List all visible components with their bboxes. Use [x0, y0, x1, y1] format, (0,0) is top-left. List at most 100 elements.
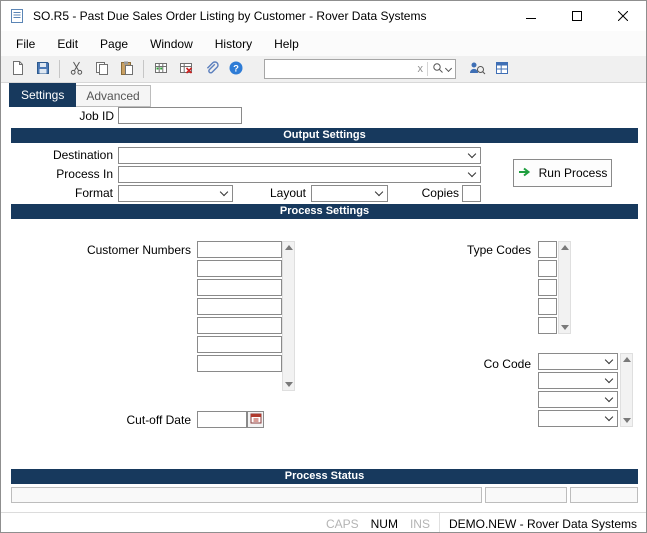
chevron-down-icon: [604, 374, 614, 384]
customer-number-field[interactable]: [197, 279, 282, 296]
scroll-down-icon[interactable]: [284, 382, 293, 387]
run-arrow-icon: [518, 166, 532, 181]
search-button[interactable]: [428, 62, 455, 77]
tab-strip: Settings Advanced: [9, 83, 151, 107]
app-icon: [9, 8, 25, 24]
scroll-up-icon[interactable]: [560, 245, 569, 250]
menu-window[interactable]: Window: [139, 33, 204, 55]
type-code-field[interactable]: [538, 298, 557, 315]
type-code-field[interactable]: [538, 279, 557, 296]
save-button[interactable]: [30, 58, 55, 80]
customer-number-field[interactable]: [197, 241, 282, 258]
cutoff-date-label: Cut-off Date: [126, 413, 191, 427]
customer-number-field[interactable]: [197, 317, 282, 334]
menu-help[interactable]: Help: [263, 33, 310, 55]
search-input[interactable]: [265, 61, 414, 77]
scroll-up-icon[interactable]: [284, 245, 293, 250]
output-settings-header: Output Settings: [11, 128, 638, 143]
copies-input[interactable]: [463, 186, 480, 201]
paste-button[interactable]: [114, 58, 139, 80]
process-status-header: Process Status: [11, 469, 638, 484]
co-code-select[interactable]: [538, 372, 618, 389]
toolbar-search: x: [264, 59, 456, 79]
person-search-button[interactable]: [464, 58, 489, 80]
person-search-icon: [468, 60, 486, 79]
menu-page[interactable]: Page: [89, 33, 139, 55]
paste-icon: [119, 60, 135, 79]
customer-number-field[interactable]: [197, 355, 282, 372]
customer-numbers-label: Customer Numbers: [86, 243, 191, 257]
layout-label: Layout: [269, 186, 306, 200]
scroll-up-icon[interactable]: [622, 357, 631, 362]
customer-number-field[interactable]: [197, 336, 282, 353]
menu-file[interactable]: File: [5, 33, 46, 55]
tab-advanced[interactable]: Advanced: [76, 85, 151, 107]
type-code-field[interactable]: [538, 317, 557, 334]
type-codes-scrollbar[interactable]: [558, 241, 571, 334]
co-code-scrollbar[interactable]: [620, 353, 633, 427]
menu-edit[interactable]: Edit: [46, 33, 89, 55]
type-codes-label: Type Codes: [466, 243, 531, 257]
cut-button[interactable]: [64, 58, 89, 80]
table-button[interactable]: [489, 58, 514, 80]
scroll-down-icon[interactable]: [622, 418, 631, 423]
process-in-label: Process In: [56, 167, 113, 181]
window-controls: [508, 1, 646, 31]
toolbar: ? x: [1, 56, 646, 83]
help-button[interactable]: ?: [223, 58, 248, 80]
new-document-button[interactable]: [5, 58, 30, 80]
toolbar-separator: [59, 60, 60, 78]
co-code-label: Co Code: [483, 357, 531, 371]
type-code-field[interactable]: [538, 241, 557, 258]
job-id-field[interactable]: [118, 107, 242, 124]
format-select[interactable]: [118, 185, 233, 202]
menubar: File Edit Page Window History Help: [1, 31, 646, 56]
chevron-down-icon: [219, 187, 229, 197]
new-document-icon: [10, 60, 26, 79]
grid-insert-button[interactable]: [148, 58, 173, 80]
co-code-select[interactable]: [538, 353, 618, 370]
destination-label: Destination: [52, 148, 113, 162]
grid-delete-button[interactable]: [173, 58, 198, 80]
help-icon: ?: [228, 60, 244, 79]
cutoff-date-field[interactable]: [197, 411, 247, 428]
customer-number-field[interactable]: [197, 260, 282, 277]
customer-numbers-scrollbar[interactable]: [282, 241, 295, 391]
minimize-button[interactable]: [508, 1, 554, 31]
destination-select[interactable]: [118, 147, 481, 164]
copies-label: Copies: [421, 186, 459, 200]
chevron-down-icon: [467, 168, 477, 178]
job-id-input[interactable]: [119, 108, 241, 123]
layout-select[interactable]: [311, 185, 388, 202]
search-icon: [432, 62, 444, 77]
customer-number-field[interactable]: [197, 298, 282, 315]
attachment-button[interactable]: [198, 58, 223, 80]
menu-history[interactable]: History: [204, 33, 263, 55]
company-indicator: DEMO.NEW - Rover Data Systems: [438, 513, 646, 532]
statusbar: CAPS NUM INS DEMO.NEW - Rover Data Syste…: [1, 512, 646, 532]
close-button[interactable]: [600, 1, 646, 31]
process-in-select[interactable]: [118, 166, 481, 183]
grid-insert-icon: [153, 60, 169, 79]
calendar-button[interactable]: [247, 411, 264, 428]
chevron-down-icon: [604, 412, 614, 422]
svg-text:?: ?: [233, 63, 239, 74]
process-status-count: [570, 487, 638, 503]
maximize-button[interactable]: [554, 1, 600, 31]
cutoff-date-input[interactable]: [198, 412, 246, 427]
window-title: SO.R5 - Past Due Sales Order Listing by …: [33, 9, 427, 23]
clear-search-icon[interactable]: x: [414, 63, 428, 75]
chevron-down-icon: [374, 187, 384, 197]
co-code-select[interactable]: [538, 391, 618, 408]
copies-field[interactable]: [462, 185, 481, 202]
co-code-select[interactable]: [538, 410, 618, 427]
cut-icon: [69, 60, 85, 79]
tab-settings[interactable]: Settings: [9, 83, 77, 107]
keylock-indicators: CAPS NUM INS: [317, 513, 439, 532]
copy-button[interactable]: [89, 58, 114, 80]
scroll-down-icon[interactable]: [560, 325, 569, 330]
type-code-field[interactable]: [538, 260, 557, 277]
run-process-button[interactable]: Run Process: [513, 159, 612, 187]
chevron-down-icon: [444, 64, 453, 72]
process-status-progress: [485, 487, 567, 503]
